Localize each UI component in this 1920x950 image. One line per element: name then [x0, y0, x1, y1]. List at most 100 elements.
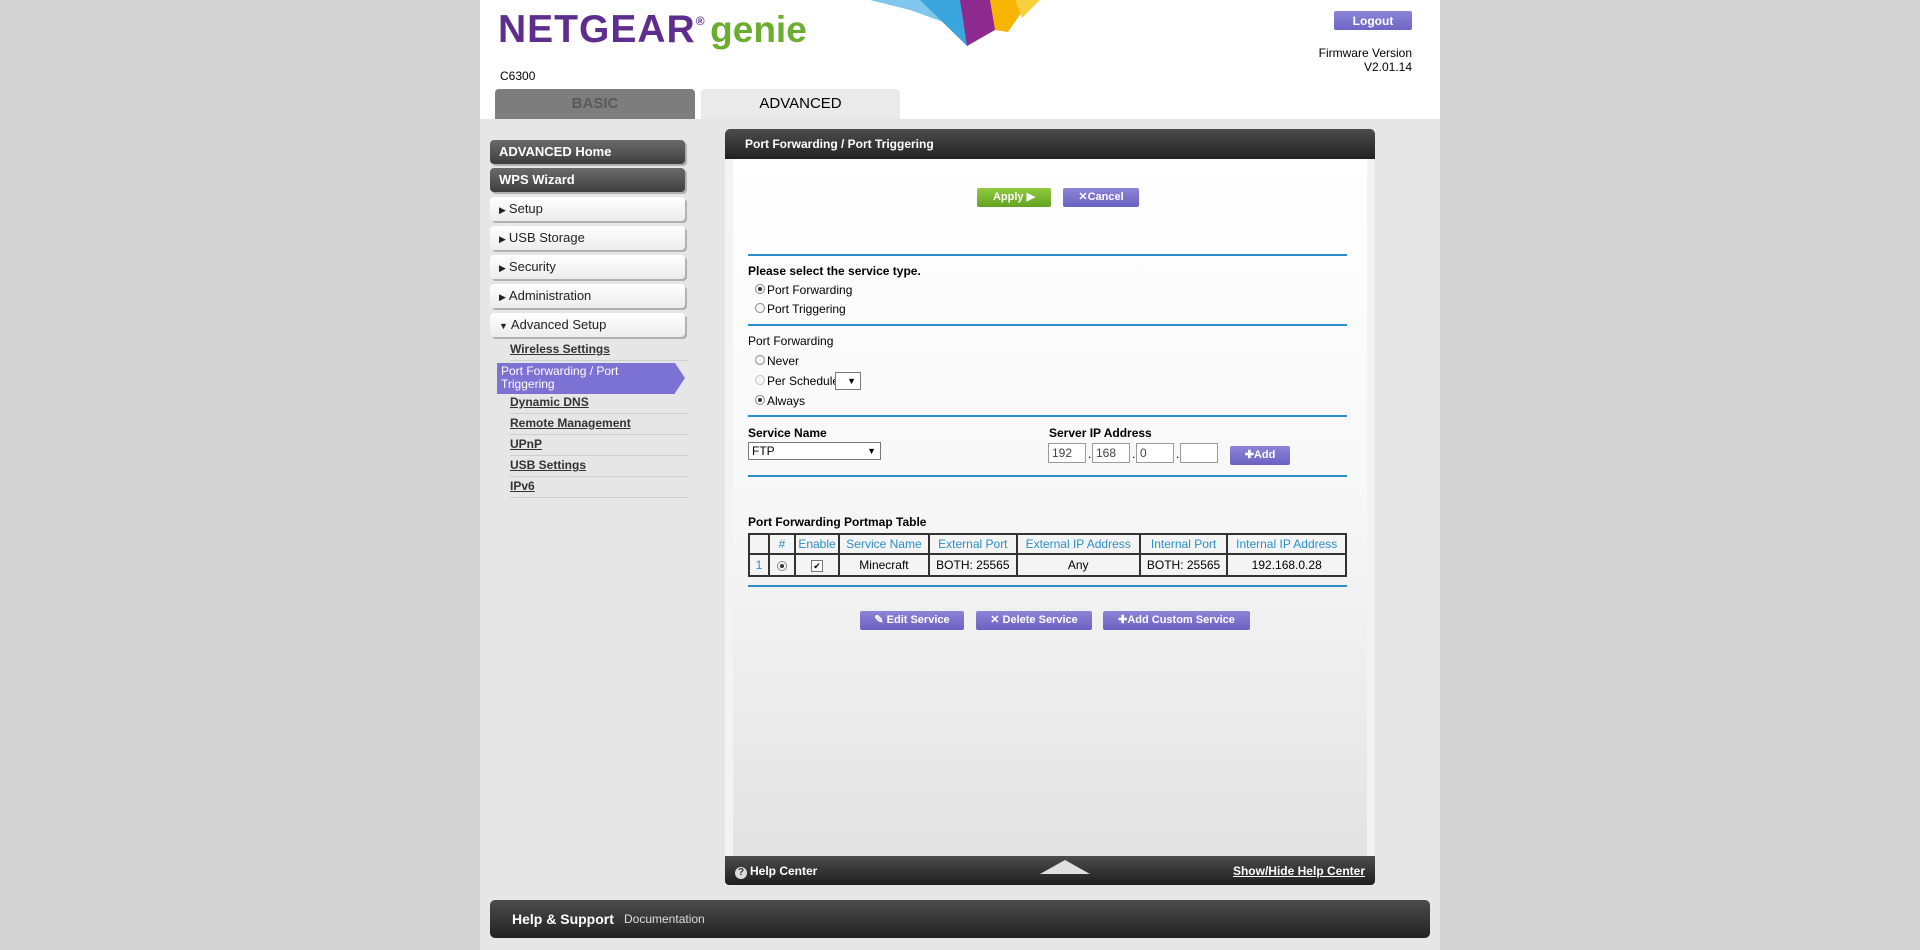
cancel-button-label: Cancel [1087, 191, 1124, 203]
sidebar-item-setup[interactable]: ▶ Setup [490, 197, 685, 221]
add-custom-service-label: Add Custom Service [1127, 614, 1235, 626]
row-enable-checkbox[interactable]: ✔ [811, 559, 823, 572]
sidebar-item-advanced-home[interactable]: ADVANCED Home [490, 140, 685, 164]
divider [748, 475, 1347, 477]
brand-suffix: genie [710, 9, 807, 50]
apply-button[interactable]: Apply ▶ [977, 188, 1051, 207]
cancel-button[interactable]: ✕Cancel [1063, 188, 1139, 207]
column-header-external-port: External Port [927, 533, 1018, 555]
portmap-table: # Enable Service Name External Port Exte… [748, 533, 1347, 577]
sidebar-item-wps-wizard[interactable]: WPS Wizard [490, 168, 685, 192]
sidebar-item-usb-storage[interactable]: ▶ USB Storage [490, 226, 685, 250]
chevron-down-icon: ▼ [867, 446, 876, 456]
row-enable-cell: ✔ [794, 553, 840, 577]
divider [748, 415, 1347, 417]
sidebar-subitem-wireless-settings[interactable]: Wireless Settings [510, 340, 688, 361]
chevron-down-icon: ▼ [499, 321, 508, 331]
row-service-name: Minecraft [838, 553, 930, 577]
panel-title: Port Forwarding / Port Triggering [725, 129, 1375, 159]
column-header-select [748, 533, 770, 555]
sidebar-item-label: Security [508, 259, 556, 274]
show-hide-help-link[interactable]: Show/Hide Help Center [1233, 864, 1365, 878]
decorative-shapes-icon [870, 0, 1040, 46]
sidebar-item-administration[interactable]: ▶ Administration [490, 284, 685, 308]
edit-service-label: Edit Service [886, 614, 950, 626]
pencil-icon: ✎ [874, 614, 884, 626]
header: NETGEAR® genie C6300 Logout Firmware Ver… [480, 0, 1440, 119]
service-name-value: FTP [752, 444, 775, 458]
service-name-label: Service Name [748, 426, 827, 440]
server-ip-label: Server IP Address [1049, 426, 1152, 440]
sidebar-subitem-ipv6[interactable]: IPv6 [510, 477, 688, 498]
sidebar-item-advanced-setup[interactable]: ▼ Advanced Setup [490, 313, 685, 337]
help-support-bar: Help & Support Documentation [490, 900, 1430, 938]
radio-port-triggering[interactable] [755, 303, 765, 313]
radio-never[interactable] [755, 355, 765, 365]
help-support-title: Help & Support [512, 911, 614, 927]
sidebar-subitem-upnp[interactable]: UPnP [510, 435, 688, 456]
radio-per-schedule[interactable] [755, 375, 765, 385]
sidebar-item-label: USB Storage [508, 230, 585, 245]
close-icon: ✕ [1078, 191, 1088, 203]
sidebar-item-label: Setup [508, 201, 543, 216]
firmware-label: Firmware Version [1318, 46, 1412, 60]
documentation-link[interactable]: Documentation [624, 912, 705, 926]
help-center-label: Help Center [750, 864, 818, 878]
chevron-right-icon: ▶ [499, 263, 506, 273]
close-icon: ✕ [990, 614, 1000, 626]
table-header-row: # Enable Service Name External Port Exte… [748, 533, 1347, 555]
sidebar-item-security[interactable]: ▶ Security [490, 255, 685, 279]
firmware-version: V2.01.14 [1363, 60, 1412, 74]
page: NETGEAR® genie C6300 Logout Firmware Ver… [480, 0, 1440, 950]
sidebar-subitem-usb-settings[interactable]: USB Settings [510, 456, 688, 477]
help-center-bar: ? Help Center Show/Hide Help Center [725, 856, 1375, 885]
server-ip-octet-3[interactable] [1136, 443, 1174, 463]
row-internal-ip: 192.168.0.28 [1226, 553, 1347, 577]
radio-label-per-schedule: Per Schedule [767, 374, 840, 388]
row-select-radio[interactable] [777, 560, 787, 571]
delete-service-label: Delete Service [1002, 614, 1078, 626]
brand-registered-mark: ® [695, 14, 705, 28]
panel-body: Apply ▶ ✕Cancel Please select the servic… [733, 159, 1367, 856]
portmap-table-title: Port Forwarding Portmap Table [748, 515, 927, 529]
schedule-select[interactable]: ▼ [835, 372, 861, 390]
divider [748, 324, 1347, 326]
column-header-index: # [768, 533, 796, 555]
add-custom-service-button[interactable]: ✚Add Custom Service [1103, 611, 1250, 630]
server-ip-octet-4[interactable] [1180, 443, 1218, 463]
row-external-ip: Any [1015, 553, 1141, 577]
sidebar-subitem-port-forwarding[interactable]: Port Forwarding / Port Triggering [497, 363, 685, 394]
help-center[interactable]: ? Help Center [735, 864, 817, 879]
sidebar-item-label: Advanced Setup [510, 317, 607, 332]
chevron-right-icon: ▶ [499, 205, 506, 215]
server-ip-octet-1[interactable] [1048, 443, 1086, 463]
model-name: C6300 [500, 69, 536, 83]
divider [748, 585, 1347, 587]
main-panel: Port Forwarding / Port Triggering Apply … [725, 129, 1375, 885]
radio-label-never: Never [767, 354, 800, 368]
expand-arrow-icon[interactable] [1040, 860, 1090, 874]
delete-service-button[interactable]: ✕ Delete Service [976, 611, 1092, 630]
sidebar-subitem-remote-management[interactable]: Remote Management [510, 414, 688, 435]
row-select-cell [768, 553, 796, 577]
radio-port-forwarding[interactable] [755, 284, 765, 294]
column-header-internal-ip: Internal IP Address [1226, 533, 1347, 555]
server-ip-octet-2[interactable] [1092, 443, 1130, 463]
tab-advanced[interactable]: ADVANCED [701, 89, 900, 119]
chevron-right-icon: ▶ [499, 234, 506, 244]
radio-label-always: Always [767, 394, 806, 408]
column-header-service-name: Service Name [838, 533, 930, 555]
ip-dot-separator: . [1088, 447, 1092, 461]
radio-label-port-triggering: Port Triggering [767, 302, 846, 316]
sidebar-subitem-dynamic-dns[interactable]: Dynamic DNS [510, 393, 688, 414]
edit-service-button[interactable]: ✎ Edit Service [860, 611, 964, 630]
logout-button[interactable]: Logout [1334, 11, 1412, 30]
column-header-enable: Enable [794, 533, 840, 555]
tab-basic[interactable]: BASIC [495, 89, 695, 119]
add-button[interactable]: ✚Add [1230, 446, 1290, 465]
service-name-select[interactable]: FTP ▼ [748, 442, 881, 460]
column-header-internal-port: Internal Port [1138, 533, 1229, 555]
row-internal-port: BOTH: 25565 [1138, 553, 1229, 577]
add-button-label: Add [1253, 449, 1276, 461]
radio-always[interactable] [755, 395, 765, 405]
